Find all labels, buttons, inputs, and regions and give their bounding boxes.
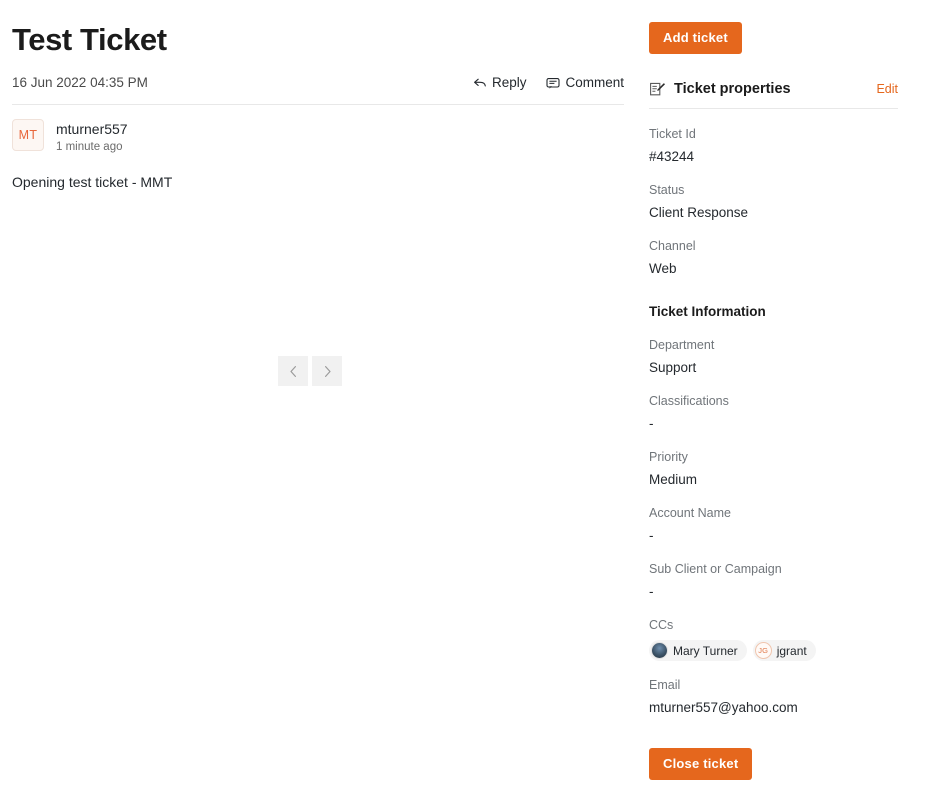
property-label: Ticket Id xyxy=(649,127,696,141)
avatar: MT xyxy=(12,119,44,151)
message-timestamp: 1 minute ago xyxy=(56,141,123,153)
ticket-main-panel: Test Ticket 16 Jun 2022 04:35 PM Reply C… xyxy=(0,0,640,809)
message-body: Opening test ticket - MMT xyxy=(12,174,173,190)
pagination-prev-button[interactable] xyxy=(278,356,308,386)
property-label: Department xyxy=(649,338,715,352)
property-account-name: Account Name - xyxy=(649,505,898,545)
property-value: Web xyxy=(649,261,677,276)
pagination-controls xyxy=(278,356,342,386)
chevron-left-icon xyxy=(289,365,298,378)
property-label: Sub Client or Campaign xyxy=(649,562,782,576)
property-channel: Channel Web xyxy=(649,238,898,278)
property-value: Support xyxy=(649,360,697,375)
ticket-message: MT mturner557 1 minute ago xyxy=(0,105,640,155)
property-label: Classifications xyxy=(649,394,729,408)
property-department: Department Support xyxy=(649,337,898,377)
property-label: Account Name xyxy=(649,506,731,520)
reply-button[interactable]: Reply xyxy=(473,74,527,92)
comment-label: Comment xyxy=(565,75,624,90)
add-ticket-button[interactable]: Add ticket xyxy=(649,22,742,54)
cc-chip[interactable]: JG jgrant xyxy=(752,640,816,661)
cc-avatar-initials: JG xyxy=(754,642,772,659)
property-label: Priority xyxy=(649,450,688,464)
comment-button[interactable]: Comment xyxy=(546,74,624,92)
property-ticket-id: Ticket Id #43244 xyxy=(649,126,898,166)
property-email: Email mturner557@yahoo.com xyxy=(649,677,898,717)
edit-document-icon xyxy=(649,81,666,98)
message-header: MT mturner557 1 minute ago xyxy=(12,119,628,155)
ticket-properties-header: Ticket properties Edit xyxy=(649,80,898,98)
ticket-properties-list: Ticket Id #43244 Status Client Response … xyxy=(640,126,926,717)
property-label: CCs xyxy=(649,618,674,632)
property-value: - xyxy=(649,528,654,543)
property-value: Medium xyxy=(649,472,698,487)
property-label: Email xyxy=(649,678,681,692)
comment-icon xyxy=(546,77,561,90)
pagination-next-button[interactable] xyxy=(312,356,342,386)
sidebar-divider xyxy=(649,108,898,109)
ticket-sidebar: Add ticket Ticket properties Edit Ticket… xyxy=(640,0,926,809)
ticket-meta-row: 16 Jun 2022 04:35 PM Reply Comment xyxy=(0,60,640,92)
message-author-block: mturner557 1 minute ago xyxy=(56,119,128,155)
ticket-page: Test Ticket 16 Jun 2022 04:35 PM Reply C… xyxy=(0,0,926,809)
property-classifications: Classifications - xyxy=(649,393,898,433)
property-status: Status Client Response xyxy=(649,182,898,222)
property-value: - xyxy=(649,584,654,599)
message-author: mturner557 xyxy=(56,121,128,137)
close-ticket-button[interactable]: Close ticket xyxy=(649,748,753,780)
ticket-information-heading: Ticket Information xyxy=(649,304,766,319)
property-sub-client-or-campaign: Sub Client or Campaign - xyxy=(649,561,898,601)
property-label: Channel xyxy=(649,239,696,253)
reply-icon xyxy=(473,77,487,90)
ticket-date: 16 Jun 2022 04:35 PM xyxy=(12,75,148,90)
ticket-actions: Reply Comment xyxy=(473,74,624,92)
cc-chip[interactable]: Mary Turner xyxy=(649,640,747,661)
property-value: mturner557@yahoo.com xyxy=(649,700,798,715)
property-label: Status xyxy=(649,183,685,197)
edit-properties-link[interactable]: Edit xyxy=(876,80,898,98)
property-value: Client Response xyxy=(649,205,749,220)
reply-label: Reply xyxy=(491,75,527,90)
chevron-right-icon xyxy=(323,365,332,378)
property-priority: Priority Medium xyxy=(649,449,898,489)
ticket-properties-title: Ticket properties xyxy=(674,81,791,97)
page-title: Test Ticket xyxy=(12,22,167,57)
property-value: #43244 xyxy=(649,149,695,164)
cc-avatar-photo xyxy=(651,642,668,659)
property-value: - xyxy=(649,416,654,431)
property-ccs: CCs Mary Turner JG jgrant xyxy=(649,617,898,661)
cc-chip-list: Mary Turner JG jgrant xyxy=(649,640,898,661)
cc-name: jgrant xyxy=(776,643,807,658)
cc-name: Mary Turner xyxy=(673,643,738,658)
